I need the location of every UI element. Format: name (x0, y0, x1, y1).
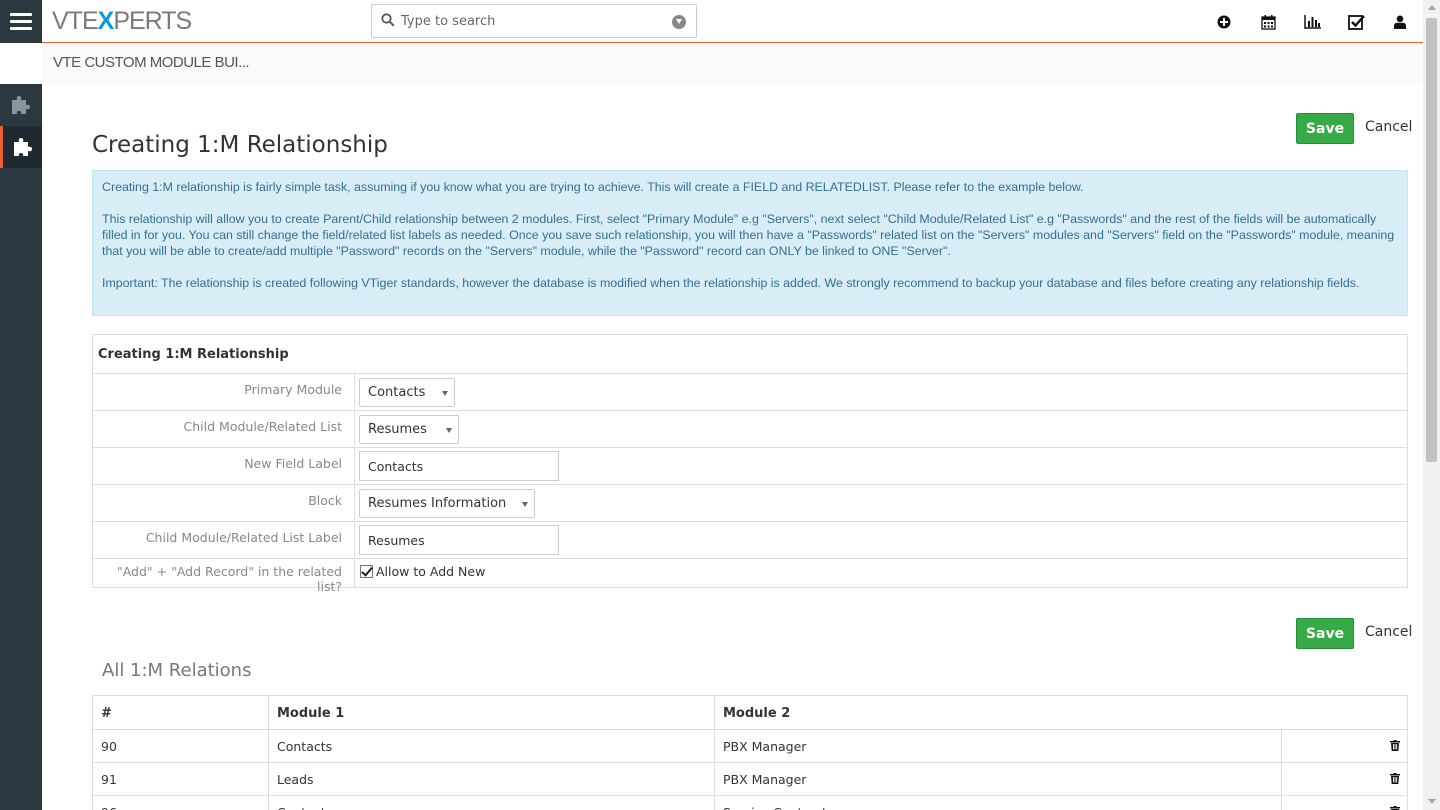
form-row-child-list-label: Child Module/Related List Label (93, 522, 1407, 559)
row-actions (1282, 796, 1408, 810)
row-module2: PBX Manager (715, 730, 1282, 762)
new-field-label-label: New Field Label (93, 448, 355, 484)
primary-module-select[interactable]: Contacts (359, 378, 455, 407)
form-row-child-module: Child Module/Related List Resumes (93, 411, 1407, 448)
form-row-allow-add: "Add" + "Add Record" in the related list… (93, 559, 1407, 594)
column-header-module2: Module 2 (723, 706, 791, 721)
child-module-label: Child Module/Related List (93, 411, 355, 447)
relationship-form: Creating 1:M Relationship Primary Module… (92, 334, 1408, 594)
page-scrollbar[interactable] (1423, 0, 1440, 810)
bar-chart-icon[interactable] (1301, 11, 1323, 33)
row-module1: Contacts (269, 796, 715, 810)
row-module2: PBX Manager (715, 763, 1282, 795)
allow-add-new-label: Allow to Add New (376, 564, 486, 579)
form-row-block: Block Resumes Information (93, 485, 1407, 522)
vtexperts-logo[interactable]: VTEXPERTS (52, 9, 192, 34)
row-module1: Leads (269, 763, 715, 795)
puzzle-icon (12, 96, 30, 114)
row-actions (1282, 763, 1408, 795)
table-row: 91 Leads PBX Manager (92, 763, 1408, 796)
module-header: VTE CUSTOM MODULE BUI... (42, 44, 1423, 84)
search-input[interactable] (401, 6, 661, 36)
column-header-id: # (93, 696, 269, 729)
allow-add-new-checkbox[interactable] (360, 565, 373, 578)
sidebar (0, 84, 42, 810)
info-paragraph-intro: Creating 1:M relationship is fairly simp… (102, 180, 1084, 194)
allow-add-new-option[interactable]: Allow to Add New (360, 564, 485, 579)
row-id: 96 (93, 796, 269, 810)
table-row: 90 Contacts PBX Manager (92, 730, 1408, 763)
save-button-bottom[interactable]: Save (1296, 618, 1354, 649)
cancel-button[interactable]: Cancel (1365, 119, 1412, 135)
table-header: # Module 1 Module 2 (92, 695, 1408, 730)
table-row: 96 Contacts Service Contracts (92, 796, 1408, 810)
global-search (371, 4, 697, 38)
page-title: Creating 1:M Relationship (92, 132, 388, 158)
save-button[interactable]: Save (1296, 113, 1354, 144)
relations-table: # Module 1 Module 2 90 Contacts PBX Mana… (92, 695, 1408, 810)
row-module1: Contacts (269, 730, 715, 762)
block-value: Resumes Information (368, 496, 507, 511)
cancel-button-bottom[interactable]: Cancel (1365, 624, 1412, 640)
module-title[interactable]: VTE CUSTOM MODULE BUI... (53, 54, 250, 71)
column-header-module1: Module 1 (269, 696, 715, 729)
scrollbar-thumb[interactable] (1426, 18, 1437, 462)
info-paragraph-warning: Important: The relationship is created f… (102, 276, 1360, 290)
form-row-primary-module: Primary Module Contacts (93, 374, 1407, 411)
user-icon[interactable] (1389, 11, 1411, 33)
primary-module-value: Contacts (368, 385, 426, 400)
child-module-value: Resumes (368, 422, 427, 437)
form-heading: Creating 1:M Relationship (93, 335, 1407, 374)
header-actions (1213, 11, 1411, 33)
row-actions (1282, 730, 1408, 762)
trash-icon[interactable] (1390, 740, 1400, 751)
primary-module-label: Primary Module (93, 374, 355, 410)
child-list-label-label: Child Module/Related List Label (93, 522, 355, 558)
check-square-icon[interactable] (1345, 11, 1367, 33)
trash-icon[interactable] (1390, 806, 1400, 810)
puzzle-icon (13, 138, 32, 156)
block-select[interactable]: Resumes Information (359, 489, 535, 518)
info-paragraph-description: This relationship will allow you to crea… (102, 212, 1395, 258)
scroll-up-arrow-icon[interactable] (1428, 5, 1436, 10)
trash-icon[interactable] (1390, 773, 1400, 784)
block-label: Block (93, 485, 355, 521)
calendar-icon[interactable] (1257, 11, 1279, 33)
row-module2: Service Contracts (715, 796, 1282, 810)
search-options-icon[interactable] (672, 15, 686, 29)
sidebar-item-custom-module-builder[interactable] (0, 126, 42, 168)
new-field-label-input[interactable] (359, 451, 559, 481)
scroll-down-arrow-icon[interactable] (1428, 799, 1436, 804)
info-alert: Creating 1:M relationship is fairly simp… (92, 170, 1408, 316)
search-icon (381, 13, 395, 27)
row-id: 90 (93, 730, 269, 762)
form-row-new-field-label: New Field Label (93, 448, 1407, 485)
relations-title: All 1:M Relations (102, 660, 252, 681)
top-bar: VTEXPERTS (0, 0, 1423, 43)
menu-icon[interactable] (0, 0, 42, 43)
row-id: 91 (93, 763, 269, 795)
add-record-label: "Add" + "Add Record" in the related list… (93, 559, 355, 594)
sidebar-item-modules[interactable] (0, 84, 42, 126)
plus-circle-icon[interactable] (1213, 11, 1235, 33)
child-module-select[interactable]: Resumes (359, 415, 459, 444)
child-list-label-input[interactable] (359, 525, 559, 555)
